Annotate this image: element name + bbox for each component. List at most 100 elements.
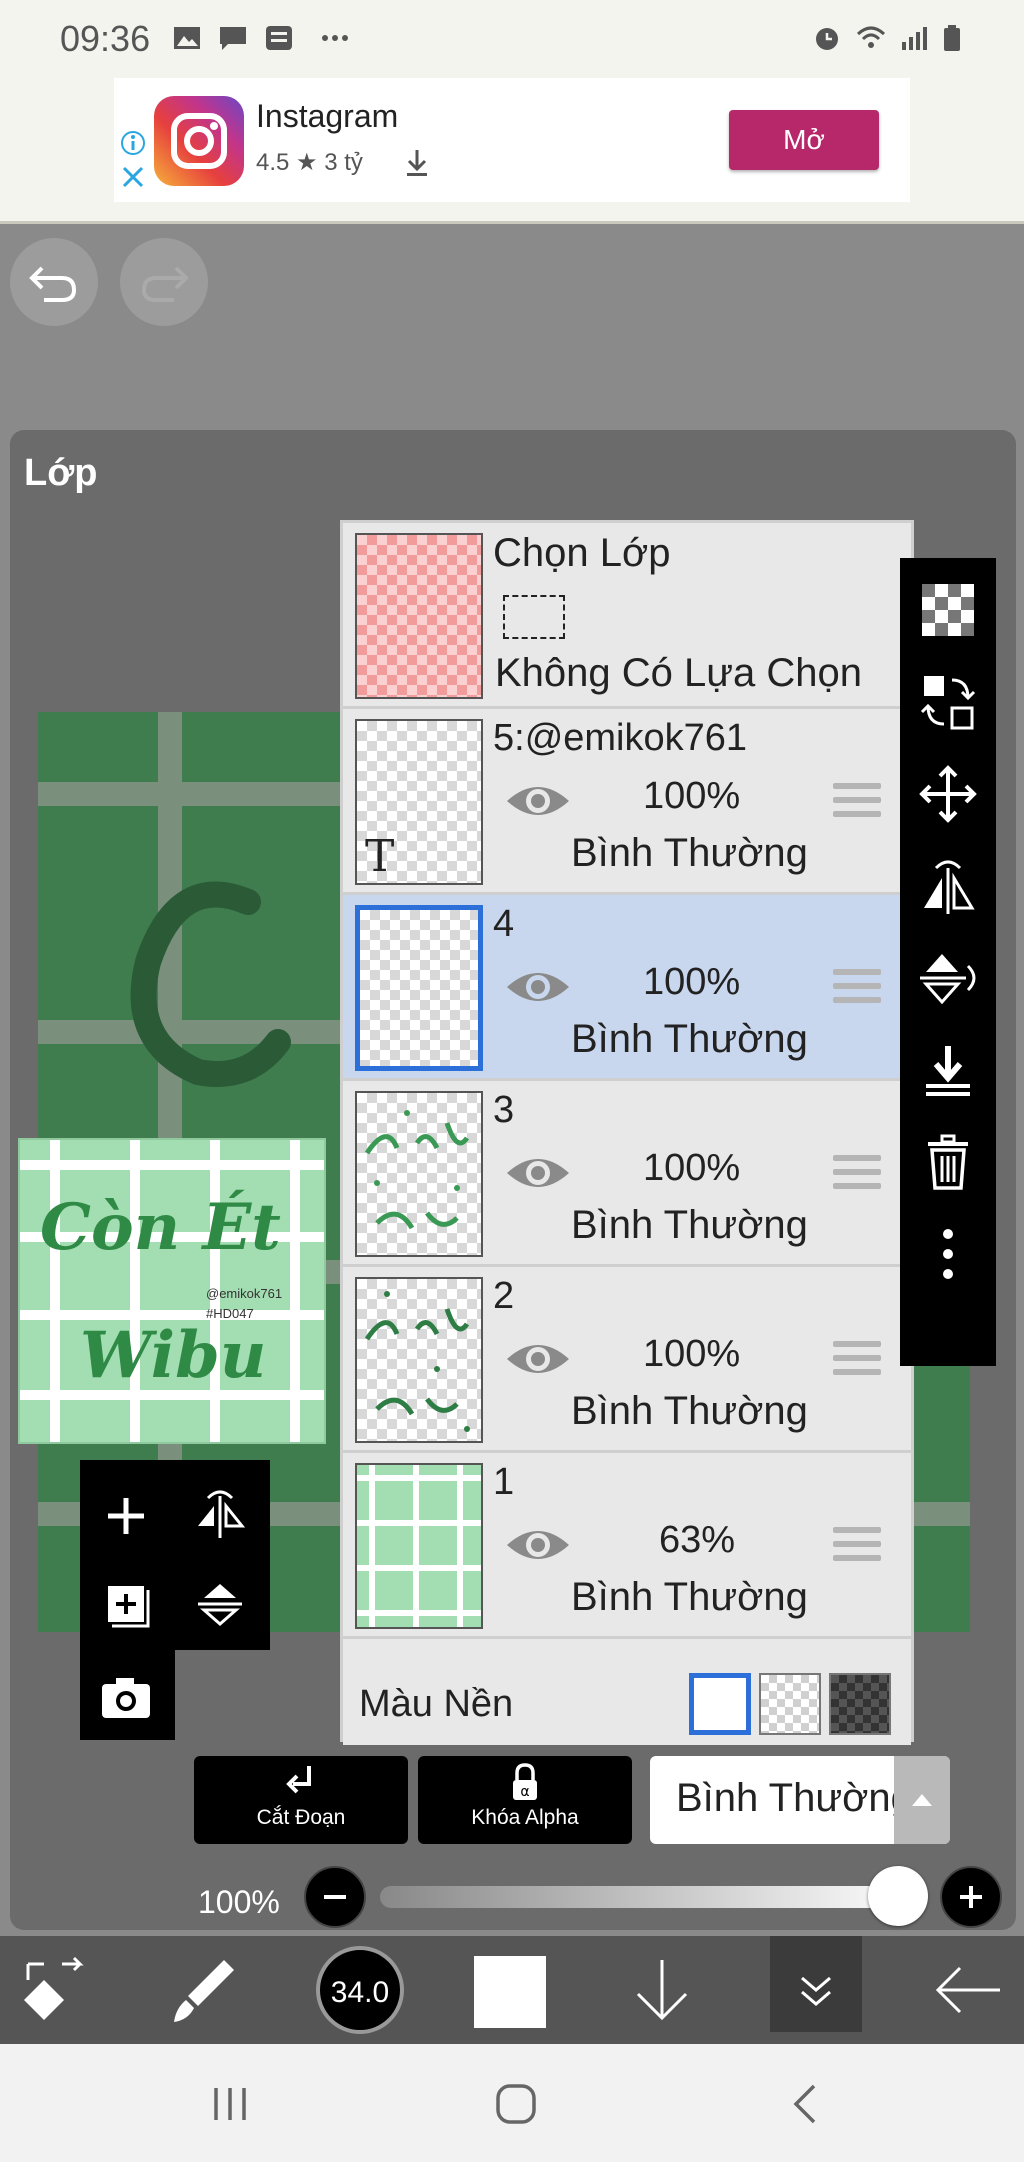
lock-icon: α: [513, 1763, 537, 1800]
flip-vertical-icon[interactable]: [916, 946, 980, 1010]
swap-layer-icon[interactable]: [916, 670, 980, 734]
eye-icon[interactable]: [503, 1331, 573, 1387]
selection-layer-row[interactable]: Chọn Lớp Không Có Lựa Chọn: [343, 523, 911, 709]
layer-opacity: 100%: [643, 1333, 741, 1375]
plus-icon: [960, 1886, 982, 1908]
ref-watermark: @emikok761: [206, 1286, 283, 1301]
redo-button[interactable]: [120, 238, 208, 326]
opacity-increase-button[interactable]: [940, 1866, 1002, 1928]
layer-tools-toolbar: [900, 558, 996, 1366]
text-layer-icon: T: [365, 831, 395, 882]
blend-mode-select[interactable]: Bình Thường: [650, 1756, 950, 1844]
redo-icon: [141, 266, 189, 302]
selection-title: Chọn Lớp: [493, 531, 671, 575]
instagram-logo-icon: [154, 96, 244, 186]
eye-icon[interactable]: [503, 1517, 573, 1573]
background-white-swatch[interactable]: [689, 1673, 751, 1735]
transform-tool-icon[interactable]: [14, 1950, 94, 2030]
svg-text:α: α: [520, 1784, 529, 1800]
selection-status: Không Có Lựa Chọn: [495, 651, 863, 695]
battery-icon: [944, 25, 960, 51]
opacity-slider[interactable]: [380, 1886, 920, 1908]
add-layer-icon[interactable]: [86, 1564, 166, 1644]
merge-down-icon[interactable]: [916, 1038, 980, 1102]
layer-thumbnail: [355, 1463, 483, 1629]
selection-thumbnail: [355, 533, 483, 699]
drag-handle-icon[interactable]: [833, 1155, 881, 1195]
opacity-label: 100%: [198, 1884, 280, 1920]
layer-3-art: [364, 1110, 470, 1230]
brush-size-indicator[interactable]: 34.0: [316, 1946, 404, 2034]
arrow-down-icon[interactable]: [622, 1950, 702, 2030]
wifi-icon: [856, 26, 886, 48]
alarm-icon: [816, 28, 838, 50]
layer-opacity: 100%: [643, 961, 741, 1003]
brush-tool-icon[interactable]: [164, 1950, 244, 2030]
layer-name: 4: [493, 903, 515, 945]
ad-open-button[interactable]: Mở: [729, 110, 879, 170]
layer-blend-mode: Bình Thường: [571, 1389, 808, 1433]
eye-icon[interactable]: [503, 773, 573, 829]
ref-art-subtitle: Wibu: [80, 1318, 267, 1393]
layer-row-3[interactable]: 3 100% Bình Thường: [343, 1081, 911, 1267]
flip-horizontal-icon[interactable]: [916, 854, 980, 918]
layer-thumbnail: T: [355, 719, 483, 885]
ad-rating: 4.5 ★ 3 tỷ: [256, 149, 363, 176]
clipping-label: Cắt Đoạn: [256, 1806, 346, 1829]
drag-handle-icon[interactable]: [833, 969, 881, 1009]
ad-banner[interactable]: Instagram 4.5 ★ 3 tỷ Mở: [114, 78, 910, 202]
more-vertical-icon[interactable]: [916, 1222, 980, 1286]
layer-blend-mode: Bình Thường: [571, 831, 808, 875]
ad-close-icon[interactable]: [120, 164, 146, 190]
signal-icon: [902, 27, 927, 50]
clipping-button[interactable]: Cắt Đoạn: [194, 1756, 408, 1844]
message-icon: [220, 27, 246, 50]
layer-row-5[interactable]: T 5:@emikok761 100% Bình Thường: [343, 709, 911, 895]
back-icon[interactable]: [776, 2074, 836, 2134]
add-icon[interactable]: [86, 1476, 166, 1556]
gallery-icon: [174, 27, 200, 49]
recent-apps-icon[interactable]: [200, 2074, 260, 2134]
opacity-decrease-button[interactable]: [304, 1866, 366, 1928]
drag-handle-icon[interactable]: [833, 1341, 881, 1381]
flip-vertical-icon[interactable]: [180, 1564, 260, 1644]
layer-row-1[interactable]: 1 63% Bình Thường: [343, 1453, 911, 1639]
camera-icon[interactable]: [86, 1656, 166, 1736]
transparency-checker-icon[interactable]: [916, 578, 980, 642]
chevron-double-down-icon: [801, 1976, 831, 2006]
move-icon[interactable]: [916, 762, 980, 826]
color-swatch[interactable]: [474, 1956, 546, 2028]
brush-size-value: 34.0: [330, 1976, 390, 2009]
undo-button[interactable]: [10, 238, 98, 326]
drag-handle-icon[interactable]: [833, 1527, 881, 1567]
layer-opacity: 100%: [643, 775, 741, 817]
background-transparent-swatch[interactable]: [759, 1673, 821, 1735]
clipping-icon: [286, 1766, 311, 1794]
layer-panel: Lớp Còn Ét Wibu @emikok761 #HD047 Chọn L…: [10, 430, 1016, 1930]
blend-mode-arrow[interactable]: [894, 1756, 950, 1844]
layer-thumbnail: [355, 1091, 483, 1257]
layer-name: 2: [493, 1275, 515, 1317]
alpha-lock-button[interactable]: α Khóa Alpha: [418, 1756, 632, 1844]
ad-area: Instagram 4.5 ★ 3 tỷ Mở: [0, 78, 1024, 224]
eye-icon[interactable]: [503, 1145, 573, 1201]
reference-image[interactable]: Còn Ét Wibu @emikok761 #HD047: [18, 1138, 326, 1444]
layer-panel-toggle[interactable]: [770, 1936, 862, 2032]
layer-row-4[interactable]: 4 100% Bình Thường: [343, 895, 911, 1081]
drag-handle-icon[interactable]: [833, 783, 881, 823]
eye-icon[interactable]: [503, 959, 573, 1015]
trash-icon[interactable]: [916, 1130, 980, 1194]
opacity-slider-thumb[interactable]: [868, 1866, 928, 1926]
flip-horizontal-icon[interactable]: [180, 1476, 260, 1556]
back-arrow-icon[interactable]: [928, 1950, 1008, 2030]
background-dark-swatch[interactable]: [829, 1673, 891, 1735]
home-icon[interactable]: [486, 2074, 546, 2134]
alpha-lock-label: Khóa Alpha: [471, 1806, 579, 1829]
bottom-toolbar: 34.0: [0, 1936, 1024, 2044]
ad-info-icon[interactable]: [120, 130, 146, 156]
layer-row-2[interactable]: 2 100% Bình Thường: [343, 1267, 911, 1453]
layer-name: 3: [493, 1089, 515, 1131]
ad-title: Instagram: [256, 98, 399, 134]
download-icon: [407, 150, 427, 176]
layer-blend-mode: Bình Thường: [571, 1575, 808, 1619]
